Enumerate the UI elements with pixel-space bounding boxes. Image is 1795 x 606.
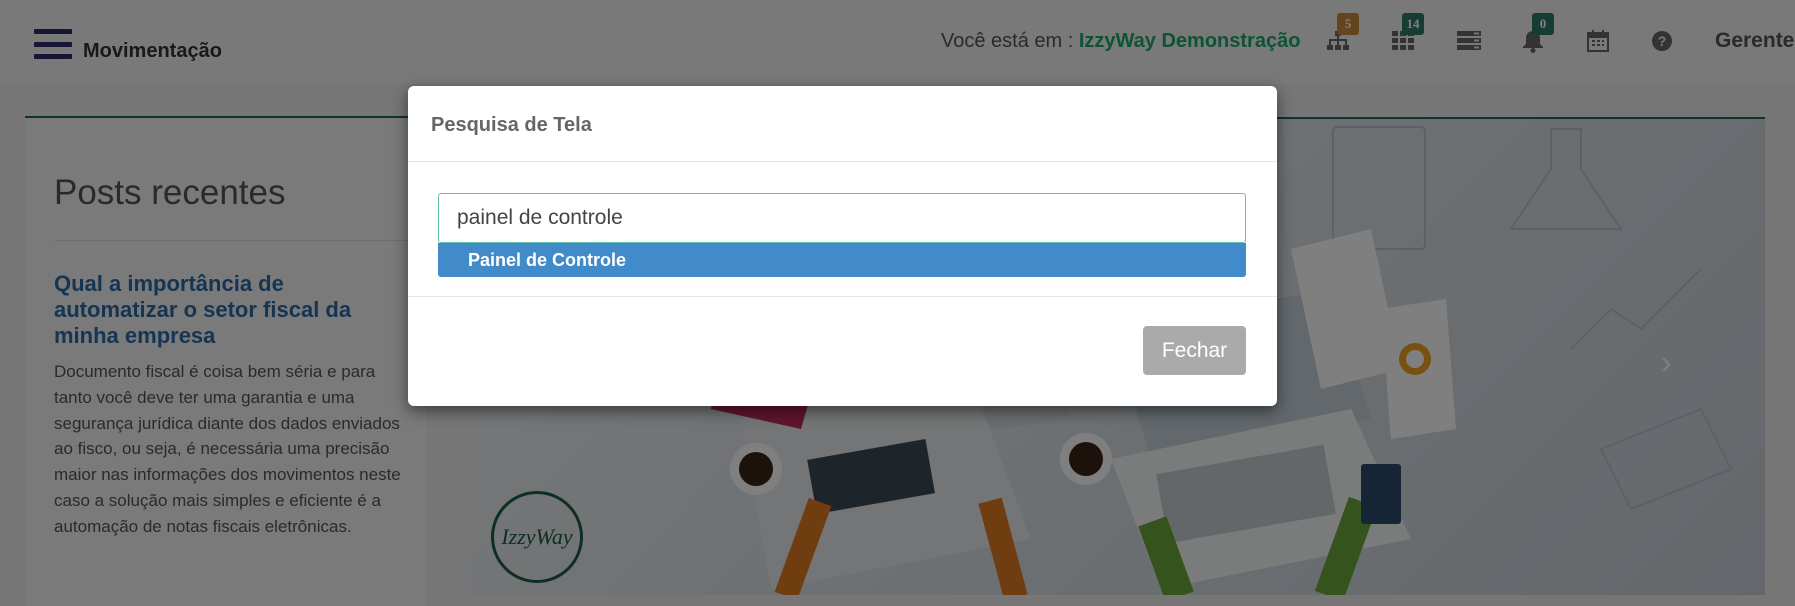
close-button[interactable]: Fechar [1143,326,1246,375]
search-screen-dialog: Pesquisa de Tela Painel de Controle Fech… [408,86,1277,406]
screen-search-input[interactable] [438,193,1246,243]
dialog-title: Pesquisa de Tela [431,114,592,136]
dialog-footer-divider [408,296,1277,297]
autocomplete-option[interactable]: Painel de Controle [438,243,1246,277]
dialog-header-divider [408,161,1277,162]
